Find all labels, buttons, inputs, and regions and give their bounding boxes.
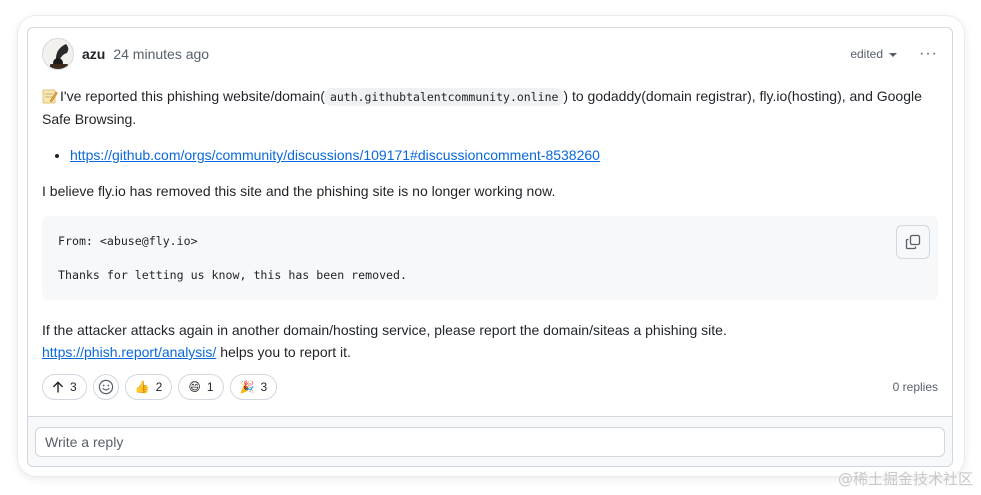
reply-input[interactable]: Write a reply	[35, 427, 945, 457]
discussion-comment: azu 24 minutes ago edited ··· I've repor…	[27, 27, 953, 467]
memo-icon	[42, 89, 58, 104]
reaction-bar: 3 👍 2 😄 1 🎉 3 0 replies	[42, 373, 938, 401]
reaction-count: 2	[155, 380, 163, 394]
reaction-count: 3	[260, 380, 268, 394]
party-icon: 🎉	[239, 380, 255, 394]
copy-icon	[905, 234, 921, 250]
reaction-count: 1	[206, 380, 214, 394]
smiley-icon	[98, 379, 113, 395]
copy-button[interactable]	[896, 225, 930, 259]
gramophone-icon	[43, 39, 73, 69]
thumbs-up-icon: 👍	[134, 380, 150, 394]
upvote-count: 3	[70, 380, 77, 394]
reaction-smile[interactable]: 😄 1	[178, 374, 224, 400]
chevron-down-icon	[889, 52, 898, 57]
watermark: @稀土掘金技术社区	[837, 470, 973, 488]
smile-icon: 😄	[188, 380, 201, 394]
add-reaction-button[interactable]	[92, 374, 119, 400]
discussion-link[interactable]: https://github.com/orgs/community/discus…	[70, 147, 600, 163]
timestamp[interactable]: 24 minutes ago	[113, 46, 209, 62]
upvote-button[interactable]: 3	[42, 374, 87, 400]
arrow-up-icon	[53, 381, 63, 393]
link-list: https://github.com/orgs/community/discus…	[70, 144, 938, 166]
more-options-icon[interactable]: ···	[919, 46, 938, 62]
edited-label: edited	[850, 47, 884, 61]
author-name[interactable]: azu	[82, 46, 105, 62]
domain-code: auth.githubtalentcommunity.online	[324, 88, 564, 106]
advice-text-after: helps you to report it.	[216, 344, 351, 360]
paragraph-status: I believe fly.io has removed this site a…	[42, 183, 556, 199]
code-line-3: Thanks for letting us know, this has bee…	[58, 268, 408, 282]
advice-text: If the attacker attacks again in another…	[42, 322, 727, 338]
code-line-1: From: <abuse@fly.io>	[58, 234, 198, 248]
reaction-party[interactable]: 🎉 3	[229, 374, 278, 400]
reaction-thumbs-up[interactable]: 👍 2	[124, 374, 173, 400]
paragraph-advice: If the attacker attacks again in another…	[42, 319, 938, 363]
paragraph-report: I've reported this phishing website/doma…	[42, 85, 938, 130]
phish-report-link[interactable]: https://phish.report/analysis/	[42, 344, 216, 360]
edited-dropdown[interactable]: edited	[850, 47, 898, 61]
comment-body: I've reported this phishing website/doma…	[42, 85, 938, 363]
list-item: https://github.com/orgs/community/discus…	[70, 144, 938, 166]
replies-count: 0 replies	[892, 380, 938, 394]
paragraph-text-before: I've reported this phishing website/doma…	[60, 88, 325, 104]
reply-area: Write a reply	[28, 416, 952, 466]
code-block: From: <abuse@fly.io> Thanks for letting u…	[42, 216, 938, 300]
avatar[interactable]	[42, 38, 74, 70]
comment-header: azu 24 minutes ago edited ···	[42, 36, 938, 72]
